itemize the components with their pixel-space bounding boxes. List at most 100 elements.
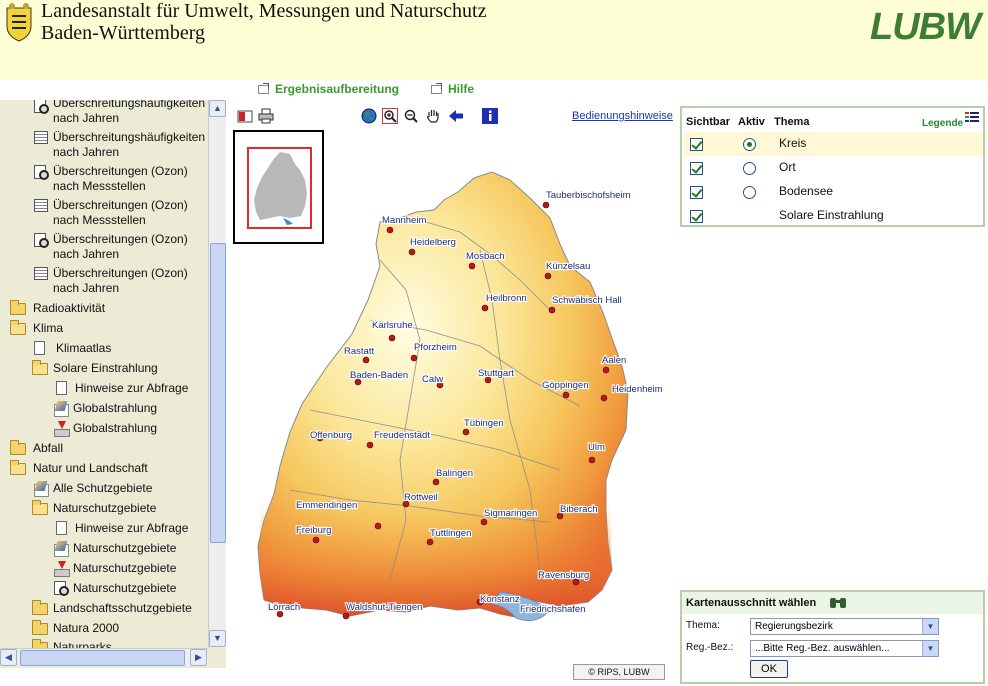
- tree-item-label-2: nach Jahren: [53, 145, 120, 159]
- city-marker-rastatt[interactable]: [362, 356, 370, 364]
- vertical-scroll-thumb[interactable]: [210, 243, 226, 543]
- scroll-right-button[interactable]: ▶: [190, 649, 207, 666]
- active-radio-ort[interactable]: [743, 162, 756, 175]
- city-marker-tauberbischofsheim[interactable]: [542, 201, 550, 209]
- tree-item-label: Klimaatlas: [56, 341, 112, 355]
- city-marker-freudenstadt[interactable]: [366, 441, 374, 449]
- city-marker-mannheim[interactable]: [386, 226, 394, 234]
- scroll-up-button[interactable]: ▲: [209, 100, 226, 117]
- layer-panel: Sichtbar Aktiv Thema Legende Kreis Ort B…: [680, 106, 985, 227]
- print-icon[interactable]: [258, 108, 274, 124]
- main-map[interactable]: Tauberbischofsheim Mannheim Heidelberg Mosb…: [230, 170, 675, 655]
- sidebar-horizontal-scrollbar[interactable]: ◀ ▶: [0, 648, 208, 666]
- city-label-balingen: Balingen: [436, 468, 473, 479]
- ergebnisaufbereitung-link[interactable]: Ergebnisaufbereitung: [258, 82, 399, 96]
- lubw-logo: LUBW: [870, 6, 981, 48]
- city-marker-mosbach[interactable]: [468, 262, 476, 270]
- city-label-heidelberg: Heidelberg: [410, 237, 456, 248]
- city-marker-waldshut-tiengen[interactable]: [342, 612, 350, 620]
- extent-panel-header: Kartenausschnitt wählen: [682, 592, 983, 614]
- city-marker-sigmaringen[interactable]: [480, 518, 488, 526]
- region-select[interactable]: ...Bitte Reg.-Bez. auswählen... ▼: [750, 640, 939, 657]
- tree-item-label-2: nach Jahren: [53, 281, 120, 295]
- visible-checkbox-solare-einstrahlung[interactable]: [690, 210, 703, 223]
- folder-icon: [10, 440, 26, 455]
- scroll-down-button[interactable]: ▼: [209, 630, 226, 647]
- hilfe-link[interactable]: Hilfe: [431, 82, 474, 96]
- chevron-down-icon: ▼: [922, 641, 938, 656]
- tree-item-label: Klima: [33, 321, 64, 335]
- city-marker-g-ppingen[interactable]: [562, 391, 570, 399]
- city-label-waldshut-tiengen: Waldshut-Tiengen: [346, 602, 422, 613]
- city-marker-tuttlingen[interactable]: [426, 538, 434, 546]
- city-label-freudenstadt: Freudenstadt: [374, 430, 430, 441]
- zoom-out-icon[interactable]: [403, 108, 419, 124]
- globe-icon[interactable]: [361, 108, 377, 124]
- horizontal-scroll-thumb[interactable]: [20, 650, 185, 666]
- city-marker-balingen[interactable]: [432, 478, 440, 486]
- ok-button[interactable]: OK: [750, 660, 788, 678]
- city-label-k-nzelsau: Künzelsau: [546, 261, 590, 272]
- tree-item-label: Naturschutzgebiete: [73, 541, 177, 555]
- city-label-stuttgart: Stuttgart: [478, 368, 514, 379]
- magnifier-document-icon: [34, 100, 49, 114]
- city-marker-schw-bisch-hall[interactable]: [548, 306, 556, 314]
- sidebar-vertical-scrollbar[interactable]: ▲ ▼: [208, 100, 226, 648]
- city-marker-karlsruhe[interactable]: [388, 334, 396, 342]
- city-marker-emmendingen[interactable]: [374, 522, 382, 530]
- city-marker-ulm[interactable]: [588, 456, 596, 464]
- map-copyright: © RIPS, LUBW: [573, 664, 665, 680]
- city-marker-heilbronn[interactable]: [481, 304, 489, 312]
- visible-checkbox-kreis[interactable]: [690, 138, 703, 151]
- city-label-konstanz: Konstanz: [480, 594, 520, 605]
- legend-toggle-icon[interactable]: [237, 108, 253, 124]
- city-marker-heidelberg[interactable]: [408, 248, 416, 256]
- table-icon: [34, 199, 48, 212]
- city-label-mosbach: Mosbach: [466, 251, 505, 262]
- city-label-g-ppingen: Göppingen: [542, 380, 588, 391]
- city-marker-heidenheim[interactable]: [600, 394, 608, 402]
- city-marker-k-nzelsau[interactable]: [544, 272, 552, 280]
- tree-item-label: Naturparks: [53, 640, 112, 648]
- legende-link[interactable]: Legende: [922, 118, 963, 129]
- info-icon[interactable]: [482, 108, 498, 124]
- visible-checkbox-bodensee[interactable]: [690, 186, 703, 199]
- city-label-mannheim: Mannheim: [382, 215, 426, 226]
- folder-open-icon: [10, 320, 26, 335]
- folder-icon: [10, 300, 26, 315]
- bedienungshinweise-link[interactable]: Bedienungshinweise: [572, 110, 673, 122]
- legend-icon[interactable]: [965, 111, 979, 123]
- tree-item-label: Globalstrahlung: [73, 401, 158, 415]
- city-label-ravensburg: Ravensburg: [538, 570, 589, 581]
- city-label-l-rrach: Lörrach: [268, 602, 300, 613]
- layer-name: Ort: [779, 160, 796, 174]
- folder-open-icon: [32, 500, 48, 515]
- city-label-pforzheim: Pforzheim: [414, 342, 457, 353]
- city-label-freiburg: Freiburg: [296, 525, 331, 536]
- external-window-icon: [258, 82, 269, 94]
- theme-select[interactable]: Regierungsbezirk ▼: [750, 618, 939, 635]
- document-icon: [34, 341, 45, 355]
- scroll-left-button[interactable]: ◀: [0, 649, 17, 666]
- magnifier-document-icon: [54, 581, 69, 596]
- layer-row-kreis: Kreis: [684, 132, 983, 156]
- visible-checkbox-ort[interactable]: [690, 162, 703, 175]
- zoom-in-icon[interactable]: [382, 108, 398, 124]
- theme-select-label: Thema:: [686, 620, 720, 631]
- city-marker-pforzheim[interactable]: [410, 354, 418, 362]
- tree-item-label: Natur und Landschaft: [33, 461, 148, 475]
- city-marker-t-bingen[interactable]: [462, 428, 470, 436]
- tree-item-label: Überschreitungen (Ozon): [53, 164, 188, 178]
- city-marker-freiburg[interactable]: [312, 536, 320, 544]
- active-radio-bodensee[interactable]: [743, 186, 756, 199]
- tree-item-label: Überschreitungen (Ozon): [53, 266, 188, 280]
- active-radio-kreis[interactable]: [743, 138, 756, 151]
- city-marker-aalen[interactable]: [602, 366, 610, 374]
- city-label-t-bingen: Tübingen: [464, 418, 504, 429]
- back-arrow-icon[interactable]: [448, 108, 464, 124]
- tree-item-label-2: nach Messstellen: [53, 213, 146, 227]
- agency-title: Landesanstalt für Umwelt, Messungen und …: [41, 0, 487, 22]
- pan-hand-icon[interactable]: [425, 108, 441, 124]
- layer-name: Solare Einstrahlung: [779, 208, 884, 222]
- tree-item-label: Überschreitungshäufigkeiten: [53, 130, 206, 144]
